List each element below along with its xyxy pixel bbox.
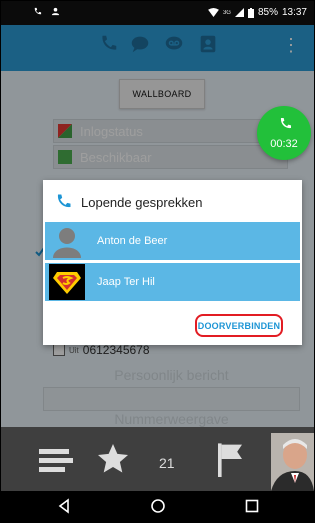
dialog-header: Lopende gesprekken [53, 192, 202, 212]
status-right: 3G 85% 13:37 [208, 7, 307, 18]
star-icon[interactable] [95, 441, 131, 477]
forward-button[interactable]: DOORVERBINDEN [195, 314, 283, 337]
network-type: 3G [222, 9, 231, 16]
person-silhouette-icon [49, 223, 85, 259]
phone-icon [57, 194, 71, 208]
call-item[interactable]: Anton de Beer [45, 222, 300, 260]
app-screen: 3G 85% 13:37 ⋮ WALLBOARD Inlogstatus Bes… [0, 0, 315, 523]
recents-icon[interactable] [243, 497, 261, 515]
status-bar: 3G 85% 13:37 [1, 1, 314, 25]
person-icon [51, 7, 60, 16]
battery-icon [247, 7, 254, 18]
call-item[interactable]: Jaap Ter Hil [45, 263, 300, 301]
phone-icon [34, 7, 42, 15]
call-timer-button[interactable]: 00:32 [257, 106, 311, 160]
phone-icon [280, 118, 291, 129]
contact-name: Anton de Beer [97, 235, 168, 247]
flag-icon[interactable] [215, 441, 245, 477]
back-icon[interactable] [55, 497, 73, 515]
ongoing-calls-dialog: Lopende gesprekken Anton de Beer Jaap Te… [43, 180, 302, 345]
call-duration: 00:32 [270, 138, 298, 150]
menu-icon[interactable] [39, 447, 73, 475]
wifi-icon [208, 8, 219, 17]
dialog-title: Lopende gesprekken [81, 194, 203, 210]
contact-name: Jaap Ter Hil [97, 276, 155, 288]
system-navigation-bar [1, 491, 314, 522]
home-icon[interactable] [149, 497, 167, 515]
queue-count[interactable]: 21 [159, 455, 175, 471]
battery-percent: 85% [257, 7, 278, 18]
signal-icon [234, 8, 244, 17]
superman-logo-icon [49, 264, 85, 300]
clock: 13:37 [281, 7, 307, 18]
profile-photo[interactable] [271, 433, 314, 491]
status-left-icons [33, 7, 60, 19]
bottom-navigation: 21 [1, 427, 314, 491]
